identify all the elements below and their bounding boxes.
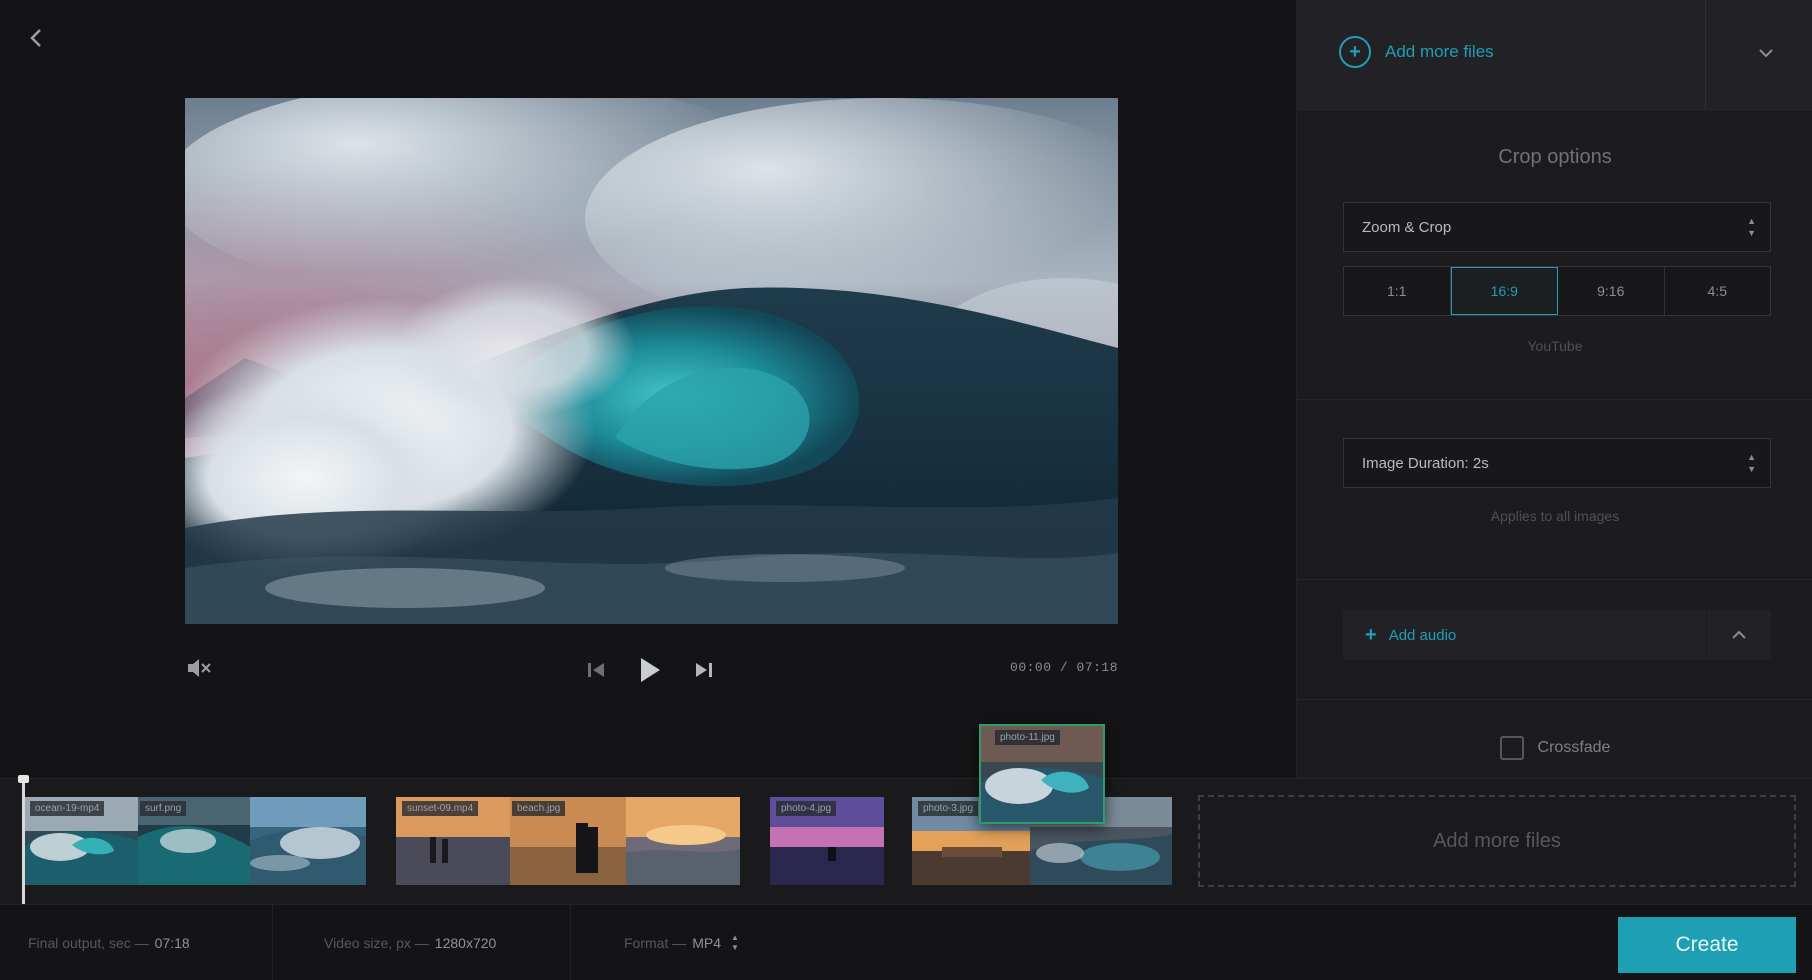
speaker-muted-icon: [188, 659, 211, 677]
plus-circle-icon: +: [1339, 36, 1371, 68]
ratio-1-1-button[interactable]: 1:1: [1344, 267, 1451, 315]
video-size-value: 1280x720: [434, 935, 497, 951]
crossfade-option: Crossfade: [1297, 736, 1812, 760]
video-size-info: Video size, px — 1280x720: [324, 905, 496, 980]
updown-arrows-icon: ▲ ▼: [1747, 452, 1756, 474]
timeline: ocean-19-mp4 surf.png sunset-09.mp4 beac…: [0, 775, 1812, 907]
crop-options-section: Crop options Zoom & Crop ▲ ▼ 1:1 16:9 9:1…: [1297, 110, 1812, 400]
duration-section: Image Duration: 2s ▲ ▼ Applies to all ima…: [1297, 400, 1812, 580]
previous-button[interactable]: [585, 660, 607, 680]
chevron-down-icon: [1759, 49, 1773, 58]
clip-thumbnail: photo-4.jpg: [770, 797, 884, 885]
video-maker-app: 00:00 / 07:18 + Add more files Crop opti…: [0, 0, 1812, 980]
video-preview[interactable]: [185, 98, 1118, 624]
settings-panel: + Add more files Crop options Zoom & Cro…: [1296, 0, 1812, 778]
format-label: Format —: [624, 935, 687, 951]
format-select[interactable]: MP4 ▲ ▼: [692, 933, 739, 953]
dragged-clip[interactable]: photo-11.jpg: [979, 724, 1105, 824]
image-duration-value: Image Duration: 2s: [1362, 454, 1489, 472]
ratio-4-5-button[interactable]: 4:5: [1664, 267, 1770, 315]
clip-thumbnail: [626, 797, 740, 885]
transport-controls: [585, 652, 715, 688]
crossfade-checkbox[interactable]: [1499, 736, 1524, 760]
clip-label: ocean-19-mp4: [30, 801, 105, 816]
video-size-label: Video size, px —: [324, 935, 429, 951]
time-separator: /: [1059, 660, 1069, 675]
header-divider: [1705, 0, 1706, 110]
audio-section: + Add audio: [1297, 580, 1812, 700]
skip-next-icon: [696, 663, 712, 677]
crossfade-label: Crossfade: [1537, 739, 1611, 756]
updown-arrows-icon: ▲ ▼: [1747, 216, 1756, 238]
create-button[interactable]: Create: [1618, 917, 1796, 973]
add-more-files-label: Add more files: [1385, 42, 1494, 61]
clip-thumbnail: ocean-19-mp4: [24, 797, 138, 885]
clip-label: photo-3.jpg: [918, 801, 979, 816]
image-duration-select[interactable]: Image Duration: 2s ▲ ▼: [1343, 438, 1771, 488]
chevron-up-icon: [1732, 630, 1746, 639]
plus-icon: +: [1365, 623, 1377, 646]
preview-wave-image: [185, 98, 1118, 624]
play-icon: [641, 658, 660, 682]
time-readout: 00:00 / 07:18: [1010, 660, 1118, 675]
updown-arrows-icon: ▲ ▼: [731, 933, 739, 952]
clip-thumbnail: sunset-09.mp4: [396, 797, 510, 885]
aspect-ratio-group: 1:1 16:9 9:16 4:5: [1343, 266, 1771, 316]
footer-divider: [272, 905, 273, 980]
playhead[interactable]: [18, 775, 29, 907]
final-output-label: Final output, sec —: [28, 935, 149, 951]
clip-thumbnail: [250, 797, 366, 885]
next-button[interactable]: [693, 660, 715, 680]
add-audio-bar: + Add audio: [1343, 610, 1771, 660]
crop-mode-value: Zoom & Crop: [1362, 218, 1452, 236]
ratio-hint: YouTube: [1527, 338, 1583, 354]
clip-thumbnail: surf.png: [138, 797, 250, 885]
clip-label: sunset-09.mp4: [402, 801, 479, 816]
final-output-info: Final output, sec — 07:18: [28, 905, 190, 980]
clip-thumbnail: beach.jpg: [510, 797, 626, 885]
duration-hint: Applies to all images: [1490, 508, 1620, 524]
crop-mode-select[interactable]: Zoom & Crop ▲ ▼: [1343, 202, 1771, 252]
mute-button[interactable]: [185, 656, 215, 682]
clip-label: beach.jpg: [512, 801, 566, 816]
dragged-clip-label: photo-11.jpg: [995, 730, 1060, 745]
collapse-panel-button[interactable]: [1753, 40, 1779, 66]
chevron-left-icon: [30, 29, 41, 47]
add-audio-label: Add audio: [1388, 626, 1457, 644]
timeline-clip[interactable]: ocean-19-mp4 surf.png: [24, 797, 366, 885]
format-value: MP4: [692, 935, 722, 951]
editor-area: 00:00 / 07:18: [0, 0, 1296, 778]
crop-options-title: Crop options: [1498, 146, 1612, 168]
skip-previous-icon: [588, 663, 604, 677]
add-audio-button[interactable]: + Add audio: [1343, 610, 1707, 660]
timeline-clip[interactable]: photo-4.jpg: [770, 797, 884, 885]
audio-expand-button[interactable]: [1707, 610, 1771, 660]
add-more-files-button[interactable]: + Add more files: [1339, 36, 1494, 68]
footer-divider: [570, 905, 571, 980]
dropzone-label: Add more files: [1433, 829, 1561, 852]
final-output-value: 07:18: [154, 935, 190, 951]
time-total: 07:18: [1076, 660, 1118, 675]
clip-label: surf.png: [140, 801, 187, 816]
panel-header: + Add more files: [1297, 0, 1812, 110]
ratio-16-9-button[interactable]: 16:9: [1450, 267, 1558, 315]
footer-bar: Final output, sec — 07:18 Video size, px…: [0, 904, 1812, 980]
timeline-add-files-dropzone[interactable]: Add more files: [1198, 795, 1796, 887]
format-info: Format — MP4 ▲ ▼: [624, 905, 739, 980]
clip-label: photo-4.jpg: [776, 801, 837, 816]
timeline-clip[interactable]: sunset-09.mp4 beach.jpg: [396, 797, 740, 885]
time-current: 00:00: [1010, 660, 1052, 675]
player-controls: 00:00 / 07:18: [185, 646, 1118, 692]
back-button[interactable]: [22, 24, 50, 52]
play-button[interactable]: [637, 655, 663, 685]
ratio-9-16-button[interactable]: 9:16: [1558, 267, 1665, 315]
